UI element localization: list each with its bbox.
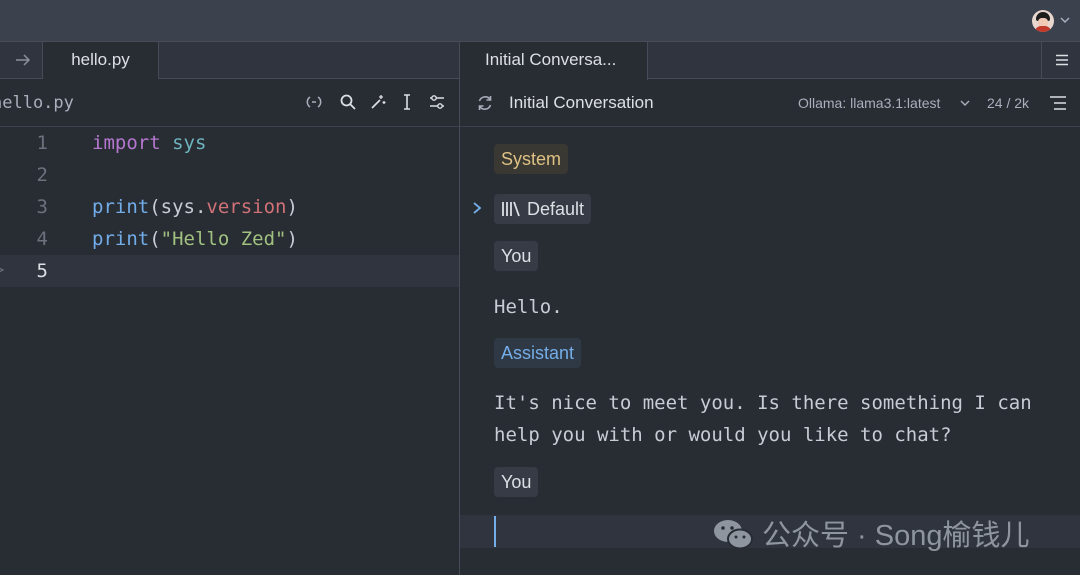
line-number: 4 [36,228,48,250]
watermark-text: 公众号 · Song榆钱儿 [762,520,1030,552]
code-action-icon[interactable] [0,265,5,275]
chevron-down-icon[interactable] [1058,13,1072,27]
conversation-header: Initial Conversation Ollama: llama3.1:la… [460,79,1080,127]
user-role-label[interactable]: You [494,467,539,497]
system-role-label[interactable]: System [494,144,569,174]
user-avatar[interactable] [1032,10,1054,32]
text-cursor [494,516,496,547]
code-line[interactable]: 4 print("Hello Zed") [0,223,459,255]
line-number: 2 [36,164,48,186]
code-text[interactable]: print(sys.version) [92,191,298,223]
chevron-right-icon[interactable] [471,201,483,215]
arrow-right-icon[interactable] [14,53,32,67]
code-line[interactable]: 3 print(sys.version) [0,191,459,223]
code-line[interactable]: 1 import sys [0,127,459,159]
wechat-icon [714,520,753,550]
code-editor[interactable]: 1 import sys 2 3 print(sys.version) 4 pr… [0,127,459,575]
line-number: 3 [36,196,48,218]
user-message[interactable]: Hello. [494,291,1054,323]
sparkle-icon[interactable] [369,93,387,111]
inline-assist-icon[interactable] [305,93,323,111]
token-count: 24 / 2k [987,95,1030,111]
line-number: 5 [36,260,48,282]
default-prompt-label[interactable]: Default [494,194,592,224]
code-text[interactable]: import sys [92,127,206,159]
settings-sliders-icon[interactable] [428,93,446,111]
editor-tab-bar: hello.py [0,42,459,80]
books-icon [502,201,520,217]
outline-icon[interactable] [1049,95,1067,111]
watermark: 公众号 · Song榆钱儿 [712,512,1030,552]
search-icon[interactable] [339,93,357,111]
assistant-role-label[interactable]: Assistant [494,338,582,368]
cursor-icon[interactable] [398,93,416,111]
refresh-icon[interactable] [476,94,494,112]
editor-toolbar: hello.py [0,79,459,127]
code-line[interactable]: 2 [0,159,459,191]
assistant-message[interactable]: It's nice to meet you. Is there somethin… [494,387,1054,451]
user-role-label[interactable]: You [494,241,539,271]
breadcrumb[interactable]: hello.py [0,93,74,113]
code-line-active[interactable]: 5 [0,255,459,287]
tab-initial-conversation[interactable]: Initial Conversa... [460,42,648,80]
chevron-down-icon[interactable] [959,97,971,109]
line-number: 1 [36,132,48,154]
conversation-title[interactable]: Initial Conversation [509,93,654,113]
code-text[interactable]: print("Hello Zed") [92,223,298,255]
assistant-tab-bar: Initial Conversa... [460,42,1080,80]
model-selector[interactable]: Ollama: llama3.1:latest [798,95,940,111]
title-bar [0,0,1080,42]
hamburger-menu-icon[interactable] [1054,52,1070,68]
default-label-text: Default [527,199,585,219]
tab-hello-py[interactable]: hello.py [43,42,159,80]
